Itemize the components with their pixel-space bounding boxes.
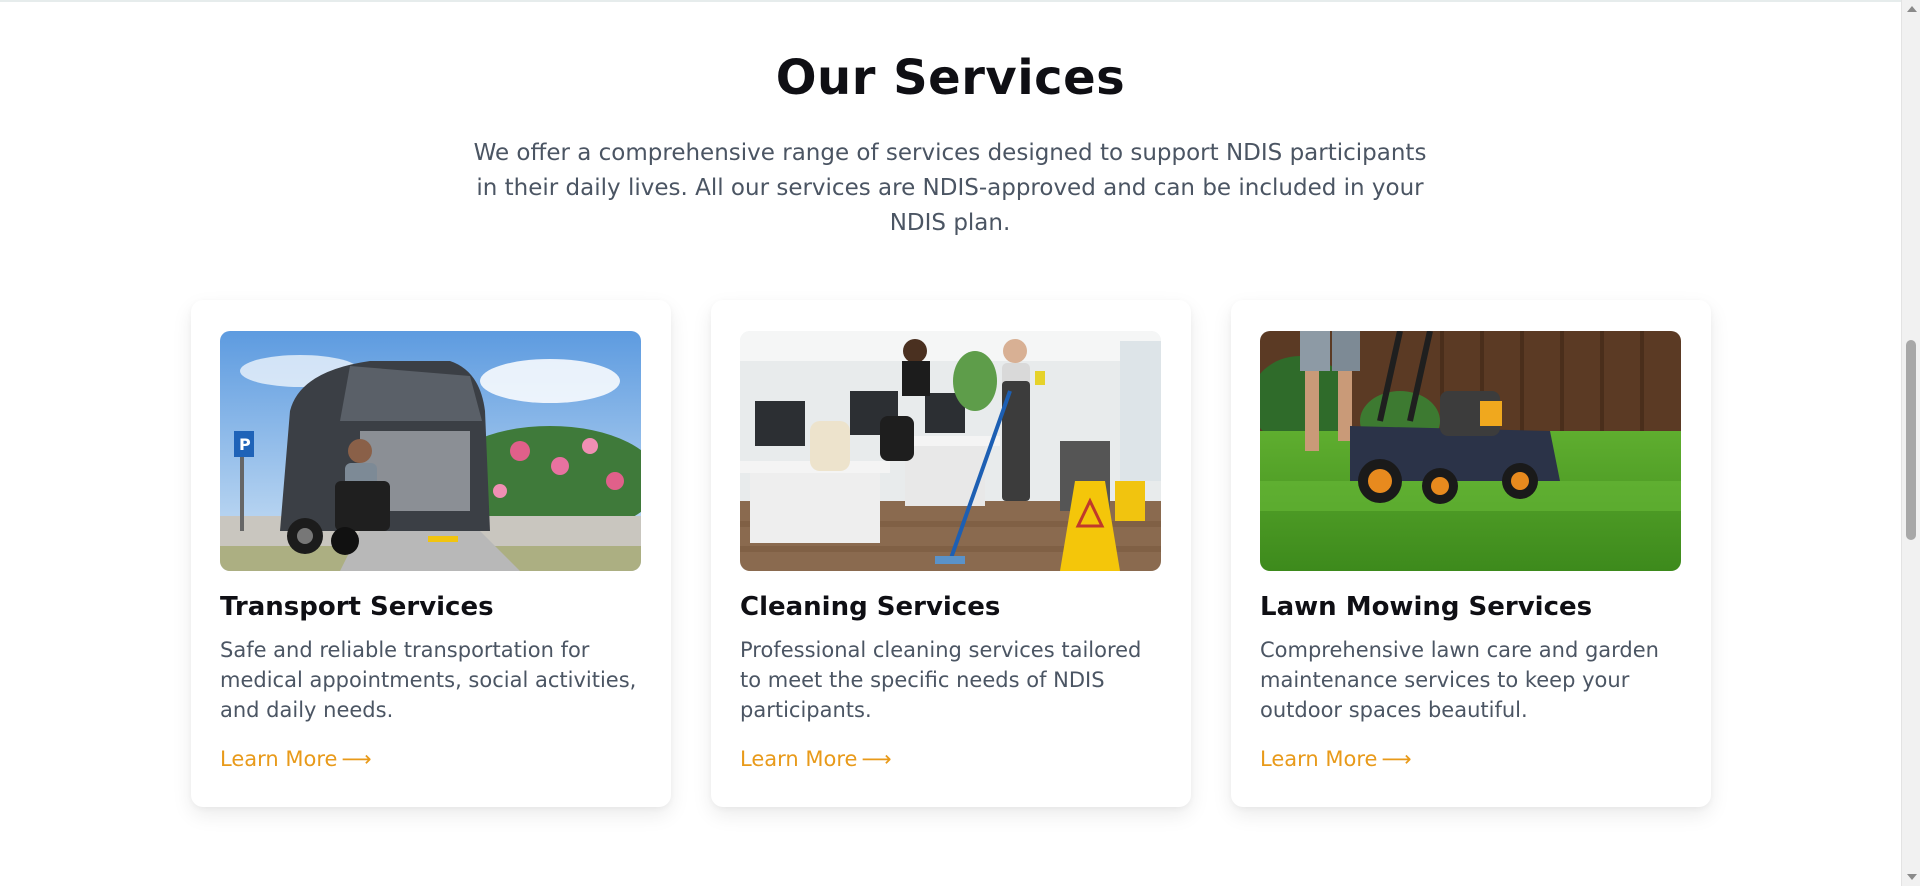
- page: Our Services We offer a comprehensive ra…: [0, 0, 1920, 886]
- cleaning-image: [740, 331, 1161, 571]
- scroll-down-icon[interactable]: [1907, 874, 1917, 880]
- learn-more-label: Learn More: [740, 747, 858, 771]
- arrow-right-icon: ⟶: [861, 747, 892, 771]
- learn-more-label: Learn More: [1260, 747, 1378, 771]
- service-card-cleaning: Cleaning Services Professional cleaning …: [711, 300, 1191, 807]
- transport-image: P: [220, 331, 641, 571]
- arrow-right-icon: ⟶: [1381, 747, 1412, 771]
- learn-more-link-lawn-mowing[interactable]: Learn More ⟶: [1260, 747, 1412, 771]
- card-description: Professional cleaning services tailored …: [740, 638, 1142, 722]
- card-description: Safe and reliable transportation for med…: [220, 638, 637, 722]
- section-subtitle: We offer a comprehensive range of servic…: [473, 140, 1427, 236]
- service-card-lawn-mowing: Lawn Mowing Services Comprehensive lawn …: [1231, 300, 1711, 807]
- lawn-mowing-image: [1260, 331, 1681, 571]
- services-section: Our Services We offer a comprehensive ra…: [0, 0, 1901, 886]
- card-description: Comprehensive lawn care and garden maint…: [1260, 638, 1659, 722]
- service-card-transport: P Transport Services Safe and reliable t…: [191, 300, 671, 807]
- section-title: Our Services: [775, 50, 1126, 106]
- learn-more-link-cleaning[interactable]: Learn More ⟶: [740, 747, 892, 771]
- card-title: Cleaning Services: [740, 592, 1001, 622]
- arrow-right-icon: ⟶: [341, 747, 372, 771]
- vertical-scrollbar[interactable]: [1901, 0, 1920, 886]
- learn-more-label: Learn More: [220, 747, 338, 771]
- scrollbar-thumb[interactable]: [1906, 340, 1916, 540]
- learn-more-link-transport[interactable]: Learn More ⟶: [220, 747, 372, 771]
- svg-text:P: P: [239, 435, 251, 454]
- card-title: Lawn Mowing Services: [1260, 592, 1593, 622]
- scroll-up-icon[interactable]: [1907, 6, 1917, 12]
- card-title: Transport Services: [220, 592, 494, 622]
